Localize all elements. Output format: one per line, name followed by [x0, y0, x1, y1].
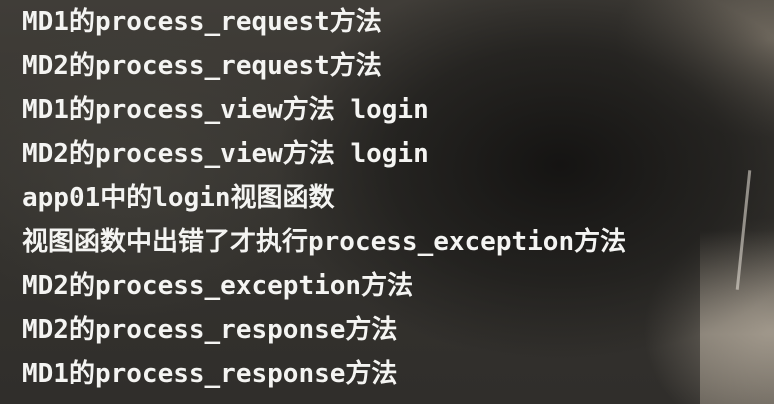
terminal-output: MD1的process_request方法 MD2的process_reques…: [22, 0, 626, 396]
output-line: MD1的process_response方法: [22, 359, 398, 389]
output-line: app01中的login视图函数: [22, 183, 335, 213]
output-line: MD1的process_view方法 login: [22, 95, 429, 125]
output-line: MD2的process_exception方法: [22, 271, 414, 301]
output-line: 视图函数中出错了才执行process_exception方法: [22, 227, 627, 257]
output-line: MD2的process_response方法: [22, 315, 398, 345]
output-line: MD2的process_view方法 login: [22, 139, 429, 169]
terminal-window: MD1的process_request方法 MD2的process_reques…: [0, 0, 774, 404]
output-line: MD2的process_request方法: [22, 51, 382, 81]
background-photo-highlight: [700, 230, 774, 404]
output-line: MD1的process_request方法: [22, 7, 382, 37]
